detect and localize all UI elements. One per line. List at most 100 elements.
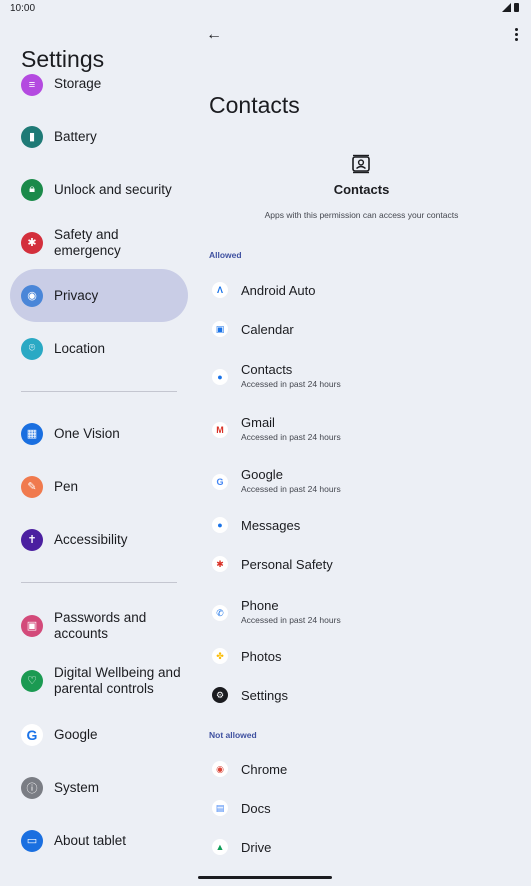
nav-label: Unlock and security (54, 181, 172, 197)
app-access-info: Accessed in past 24 hours (241, 484, 341, 494)
lock-icon: 🔒︎ (21, 178, 43, 201)
status-bar: 10:00 (0, 0, 531, 18)
google-icon: G (21, 723, 43, 746)
settings-nav-pane: Settings ≡ Storage ▮ Battery 🔒︎ Unlock a… (0, 18, 198, 886)
app-row-photos[interactable]: ✤ Photos (198, 644, 531, 684)
nav-label: Digital Wellbeing and parental controls (54, 664, 181, 696)
asterisk-icon: ✱ (21, 231, 43, 254)
permission-description: Apps with this permission can access you… (264, 210, 459, 220)
app-row-google[interactable]: G Google Accessed in past 24 hours (198, 461, 531, 501)
nav-item-privacy[interactable]: ◉ Privacy (10, 269, 188, 322)
nav-label: One Vision (54, 425, 120, 441)
signal-icon (502, 3, 511, 12)
app-row-calendar[interactable]: ▣ Calendar (198, 317, 531, 357)
contacts-app-icon: ● (212, 369, 228, 385)
one-vision-icon: ▦ (21, 422, 43, 445)
nav-label: Location (54, 340, 106, 356)
app-name: Drive (241, 840, 272, 855)
wellbeing-icon: ♡ (21, 669, 43, 692)
nav-item-pen[interactable]: ✎ Pen (10, 460, 188, 513)
settings-gear-icon: ⚙ (212, 687, 228, 703)
app-name: Personal Safety (241, 557, 333, 572)
nav-item-safety-emergency[interactable]: ✱ Safety and emergency (10, 216, 188, 269)
docs-icon: ▤ (212, 800, 228, 816)
app-name: Android Auto (241, 283, 316, 298)
app-name: Settings (241, 688, 288, 703)
app-name: Messages (241, 518, 301, 533)
nav-item-unlock-security[interactable]: 🔒︎ Unlock and security (10, 163, 188, 216)
app-row-drive[interactable]: ▲ Drive (198, 835, 531, 875)
google-app-icon: G (212, 474, 228, 490)
nav-divider (21, 391, 177, 392)
nav-label: Privacy (54, 287, 99, 303)
app-row-settings[interactable]: ⚙ Settings (198, 683, 531, 723)
app-name: Phone (241, 598, 279, 613)
app-name: Chrome (241, 762, 288, 777)
app-row-phone[interactable]: ✆ Phone Accessed in past 24 hours (198, 592, 531, 632)
app-name: Calendar (241, 322, 294, 337)
app-row-personal-safety[interactable]: ✱ Personal Safety (198, 552, 531, 592)
back-arrow-icon[interactable]: ← (206, 26, 222, 44)
personal-safety-icon: ✱ (212, 556, 228, 572)
nav-label: System (54, 779, 100, 795)
app-name: Docs (241, 801, 271, 816)
status-time: 10:00 (10, 3, 36, 14)
nav-label: Battery (54, 128, 97, 144)
status-icons (502, 3, 519, 12)
nav-label: Accessibility (54, 531, 128, 547)
accessibility-icon: ✝ (21, 528, 43, 551)
app-access-info: Accessed in past 24 hours (241, 432, 341, 442)
nav-item-location[interactable]: ⌾ Location (10, 322, 188, 375)
app-row-contacts[interactable]: ● Contacts Accessed in past 24 hours (198, 356, 531, 396)
nav-item-storage[interactable]: ≡ Storage (10, 56, 188, 112)
nav-label: Passwords and accounts (54, 609, 147, 641)
contacts-permission-pane: ← Contacts Contacts Apps with this permi… (198, 18, 531, 886)
nav-label: About tablet (54, 832, 127, 848)
nav-item-one-vision[interactable]: ▦ One Vision (10, 407, 188, 460)
app-row-android-auto[interactable]: Λ Android Auto (198, 278, 531, 318)
nav-item-digital-wellbeing[interactable]: ♡ Digital Wellbeing and parental control… (10, 654, 188, 707)
nav-label: Pen (54, 478, 79, 494)
drive-icon: ▲ (212, 839, 228, 855)
nav-item-battery[interactable]: ▮ Battery (10, 110, 188, 163)
accounts-icon: ▣ (21, 614, 43, 637)
pen-icon: ✎ (21, 475, 43, 498)
nav-item-google[interactable]: G Google (10, 708, 188, 761)
nav-label: Storage (54, 76, 102, 91)
app-row-messages[interactable]: ● Messages (198, 513, 531, 553)
tablet-icon: ▭ (21, 829, 43, 852)
nav-label: Google (54, 726, 98, 742)
app-name: Google (241, 467, 283, 482)
app-row-gmail[interactable]: M Gmail Accessed in past 24 hours (198, 409, 531, 449)
nav-item-about-tablet[interactable]: ▭ About tablet (10, 814, 188, 867)
storage-icon: ≡ (21, 74, 43, 96)
nav-item-passwords-accounts[interactable]: ▣ Passwords and accounts (10, 599, 188, 652)
chrome-icon: ◉ (212, 761, 228, 777)
nav-item-system[interactable]: ⓘ System (10, 761, 188, 814)
privacy-eye-icon: ◉ (21, 284, 43, 307)
info-icon: ⓘ (21, 776, 43, 799)
nav-divider (21, 582, 177, 583)
calendar-icon: ▣ (212, 321, 228, 337)
gmail-icon: M (212, 422, 228, 438)
photos-icon: ✤ (212, 648, 228, 664)
contacts-permission-icon (352, 154, 370, 174)
nav-label: Safety and emergency (54, 226, 121, 258)
app-row-docs[interactable]: ▤ Docs (198, 796, 531, 836)
phone-icon: ✆ (212, 605, 228, 621)
app-name: Gmail (241, 415, 275, 430)
app-name: Contacts (241, 362, 293, 377)
page-title: Contacts (209, 92, 300, 118)
battery-icon: ▮ (21, 125, 43, 148)
messages-icon: ● (212, 517, 228, 533)
gesture-nav-handle[interactable] (198, 876, 332, 879)
more-options-icon[interactable] (511, 26, 521, 42)
nav-item-accessibility[interactable]: ✝ Accessibility (10, 513, 188, 566)
battery-status-icon (514, 3, 519, 12)
allowed-section-label: Allowed (209, 250, 242, 260)
app-row-chrome[interactable]: ◉ Chrome (198, 757, 531, 797)
app-access-info: Accessed in past 24 hours (241, 615, 341, 625)
android-auto-icon: Λ (212, 282, 228, 298)
location-pin-icon: ⌾ (21, 337, 43, 360)
not-allowed-section-label: Not allowed (209, 730, 257, 740)
